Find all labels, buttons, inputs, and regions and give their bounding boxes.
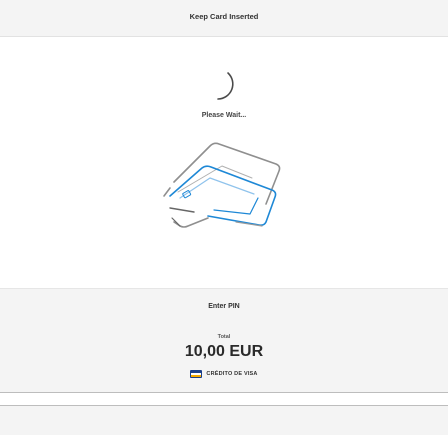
pin-entry-panel: Enter PIN Total 10,00 EUR CRÉDITO DE VIS… (0, 288, 448, 435)
payment-method-label: CRÉDITO DE VISA (206, 371, 258, 377)
total-amount: 10,00 EUR (184, 343, 264, 360)
enter-pin-label: Enter PIN (208, 303, 240, 310)
header-title: Keep Card Inserted (189, 12, 259, 21)
payment-method: CRÉDITO DE VISA (0, 370, 448, 378)
visa-card-icon (190, 370, 203, 378)
pin-input[interactable] (0, 392, 448, 406)
header-bar: Keep Card Inserted (0, 0, 448, 37)
please-wait-text: Please Wait... (201, 112, 247, 119)
insert-card-illustration-icon (163, 142, 281, 228)
loading-spinner-icon (217, 72, 234, 100)
total-label: Total (217, 334, 231, 340)
